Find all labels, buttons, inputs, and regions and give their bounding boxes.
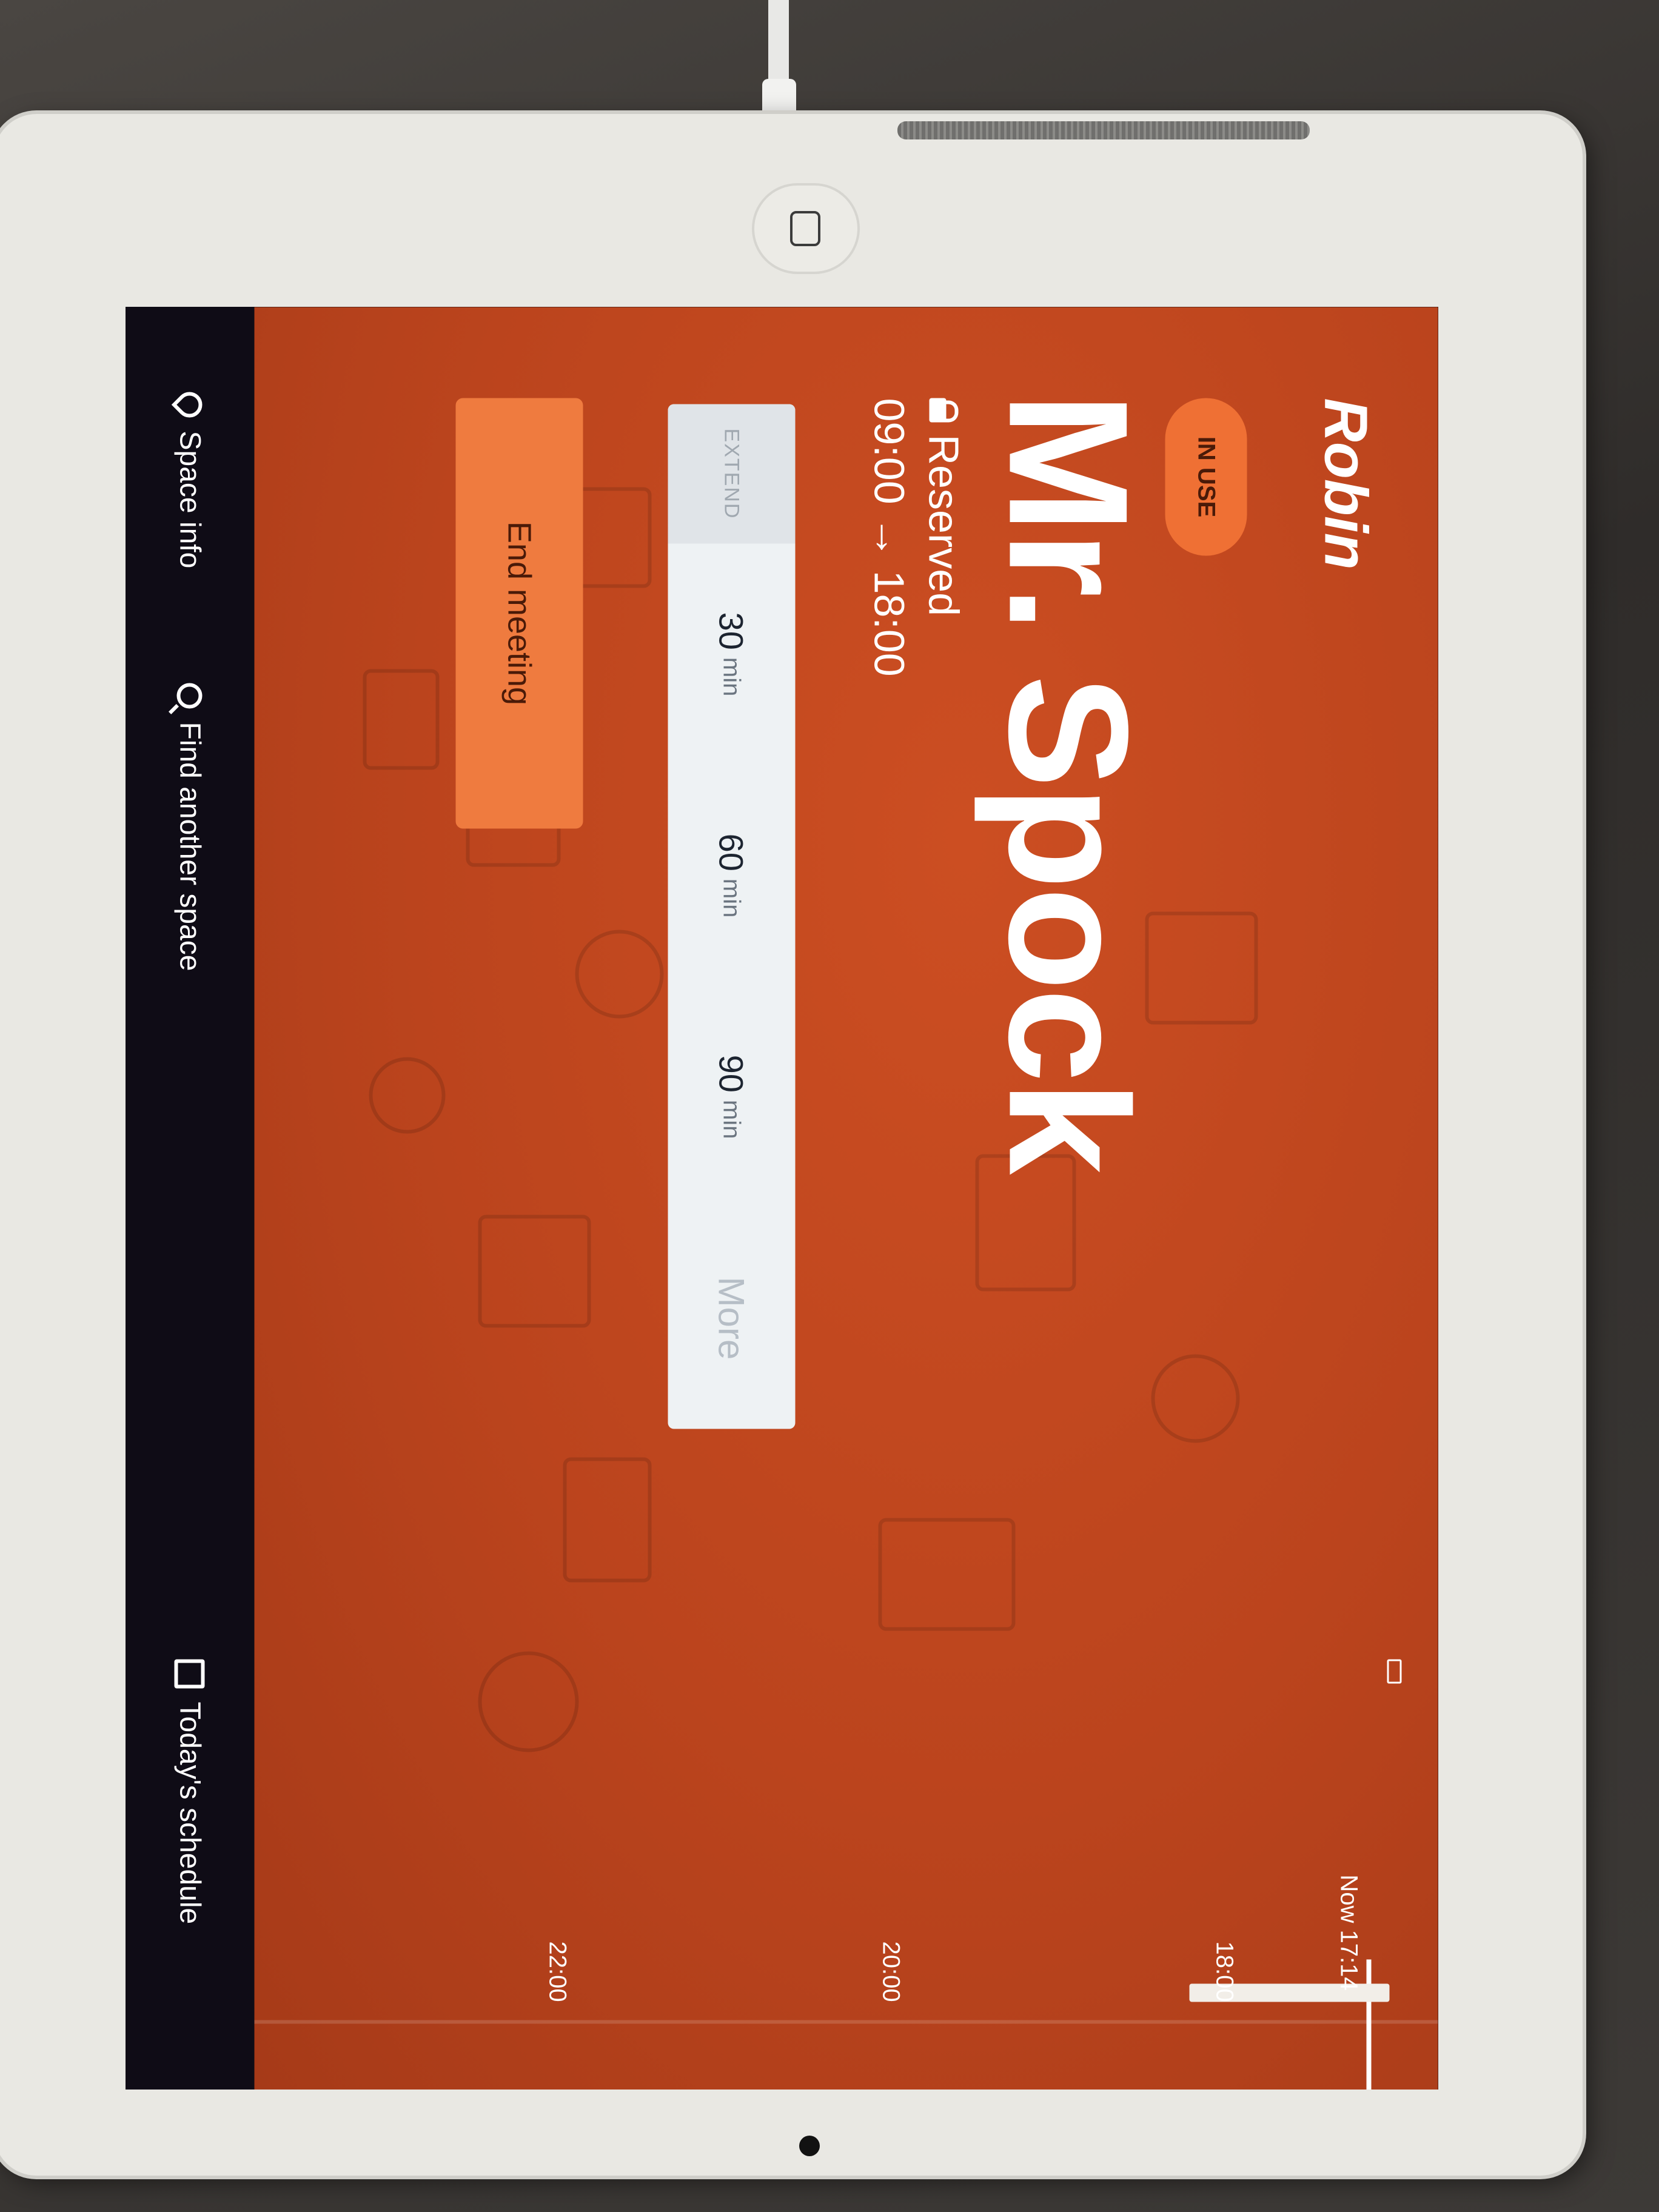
bottom-navigation: Space info Find another space Today's sc… <box>126 307 255 2090</box>
room-display-app: Robin IN USE Mr. Spock Reserved 09:00 → … <box>126 307 1438 2090</box>
reservation-state: Reserved <box>920 398 968 617</box>
home-button-icon <box>790 211 820 246</box>
extend-label: EXTEND <box>668 404 796 544</box>
reservation-state-label: Reserved <box>920 434 968 617</box>
status-badge: IN USE <box>1165 398 1247 556</box>
battery-icon <box>1387 1659 1402 1684</box>
schedule-timeline: Now 17:14 18:00 20:00 22:00 <box>254 1851 1438 2090</box>
end-meeting-button[interactable]: End meeting <box>455 398 583 829</box>
extend-30-button[interactable]: 30 min <box>668 544 796 765</box>
extend-90-button[interactable]: 90 min <box>668 987 796 1208</box>
extend-more-button[interactable]: More <box>668 1208 796 1429</box>
location-pin-icon <box>172 386 208 423</box>
extend-60-button[interactable]: 60 min <box>668 765 796 987</box>
tick-label: 22:00 <box>544 1941 571 2002</box>
space-info-label: Space info <box>173 431 206 569</box>
background-pattern <box>363 487 1258 1752</box>
extend-bar: EXTEND 30 min 60 min 90 min More <box>668 404 796 1429</box>
tick-label: 18:00 <box>1211 1941 1238 2002</box>
todays-schedule-button[interactable]: Today's schedule <box>126 1659 255 1925</box>
extend-90-value: 90 <box>712 1054 751 1093</box>
status-panel: Robin IN USE Mr. Spock Reserved 09:00 → … <box>254 307 1438 2090</box>
lock-icon <box>930 398 959 423</box>
calendar-icon <box>175 1659 205 1689</box>
tablet-screen: Robin IN USE Mr. Spock Reserved 09:00 → … <box>126 307 1438 2090</box>
now-label: Now 17:14 <box>1335 1874 1362 1991</box>
find-space-label: Find another space <box>173 722 206 971</box>
device-speaker-grille <box>897 121 1310 139</box>
robin-logo: Robin <box>1312 398 1380 570</box>
meeting-time-range: 09:00 → 18:00 <box>865 398 913 677</box>
tick-label: 20:00 <box>877 1941 905 2002</box>
schedule-label: Today's schedule <box>173 1701 206 1925</box>
now-marker <box>1366 1959 1372 2090</box>
extend-60-unit: min <box>719 878 745 918</box>
timeline-track <box>254 2020 1438 2024</box>
extend-90-unit: min <box>719 1099 745 1139</box>
camera-icon <box>799 2136 820 2156</box>
search-icon <box>177 683 203 709</box>
space-info-button[interactable]: Space info <box>126 386 255 569</box>
find-another-space-button[interactable]: Find another space <box>126 683 255 971</box>
charging-cable <box>768 0 789 91</box>
extend-60-value: 60 <box>712 833 751 871</box>
room-name: Mr. Spock <box>973 392 1163 1173</box>
extend-30-value: 30 <box>712 612 751 650</box>
extend-30-unit: min <box>719 657 745 697</box>
